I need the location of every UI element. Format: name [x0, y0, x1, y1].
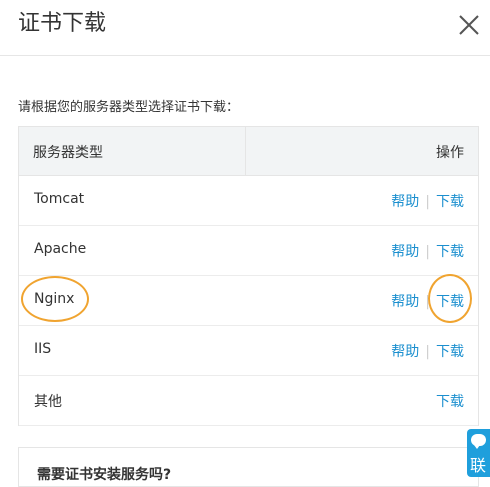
header-actions: 操作	[436, 145, 464, 161]
action-separator: |	[425, 244, 430, 260]
row-actions: 下载	[436, 391, 464, 411]
server-name: Apache	[34, 241, 87, 257]
contact-label: 联	[470, 456, 487, 475]
help-link[interactable]: 帮助	[391, 294, 419, 310]
download-link[interactable]: 下载	[436, 344, 464, 360]
annotation-circle-nginx-name	[21, 276, 89, 322]
install-service-box: 需要证书安装服务吗?	[18, 447, 479, 487]
install-service-title: 需要证书安装服务吗?	[37, 467, 172, 483]
help-link[interactable]: 帮助	[391, 344, 419, 360]
chat-bubble-icon	[471, 434, 486, 449]
row-actions: 帮助 | 下载	[391, 191, 464, 211]
server-name: 其他	[34, 394, 62, 410]
action-separator: |	[425, 344, 430, 360]
row-actions: 帮助 | 下载	[391, 241, 464, 261]
close-icon[interactable]	[456, 12, 482, 38]
help-link[interactable]: 帮助	[391, 194, 419, 210]
dialog-title: 证书下载	[18, 11, 107, 36]
header-divider-vertical	[245, 127, 246, 175]
header-server-type: 服务器类型	[33, 145, 103, 161]
header-divider	[0, 55, 490, 56]
server-name: Tomcat	[34, 191, 85, 207]
download-link[interactable]: 下载	[436, 194, 464, 210]
server-type-table: 服务器类型 操作 Tomcat 帮助 | 下载 Apache 帮助 | 下载 Nginx…	[18, 126, 479, 426]
table-row-apache: Apache 帮助 | 下载	[19, 226, 478, 276]
download-link[interactable]: 下载	[436, 244, 464, 260]
row-actions: 帮助 | 下载	[391, 341, 464, 361]
download-prompt: 请根据您的服务器类型选择证书下载：	[18, 100, 240, 115]
table-row-iis: IIS 帮助 | 下载	[19, 326, 478, 376]
action-separator: |	[425, 194, 430, 210]
annotation-circle-nginx-download	[428, 274, 472, 323]
table-row-other: 其他 下载	[19, 376, 478, 426]
help-link[interactable]: 帮助	[391, 244, 419, 260]
table-header: 服务器类型 操作	[19, 127, 478, 176]
contact-side-tab[interactable]: 联	[467, 429, 490, 477]
server-name: IIS	[34, 341, 52, 357]
download-link[interactable]: 下载	[436, 394, 464, 410]
table-row-tomcat: Tomcat 帮助 | 下载	[19, 176, 478, 226]
